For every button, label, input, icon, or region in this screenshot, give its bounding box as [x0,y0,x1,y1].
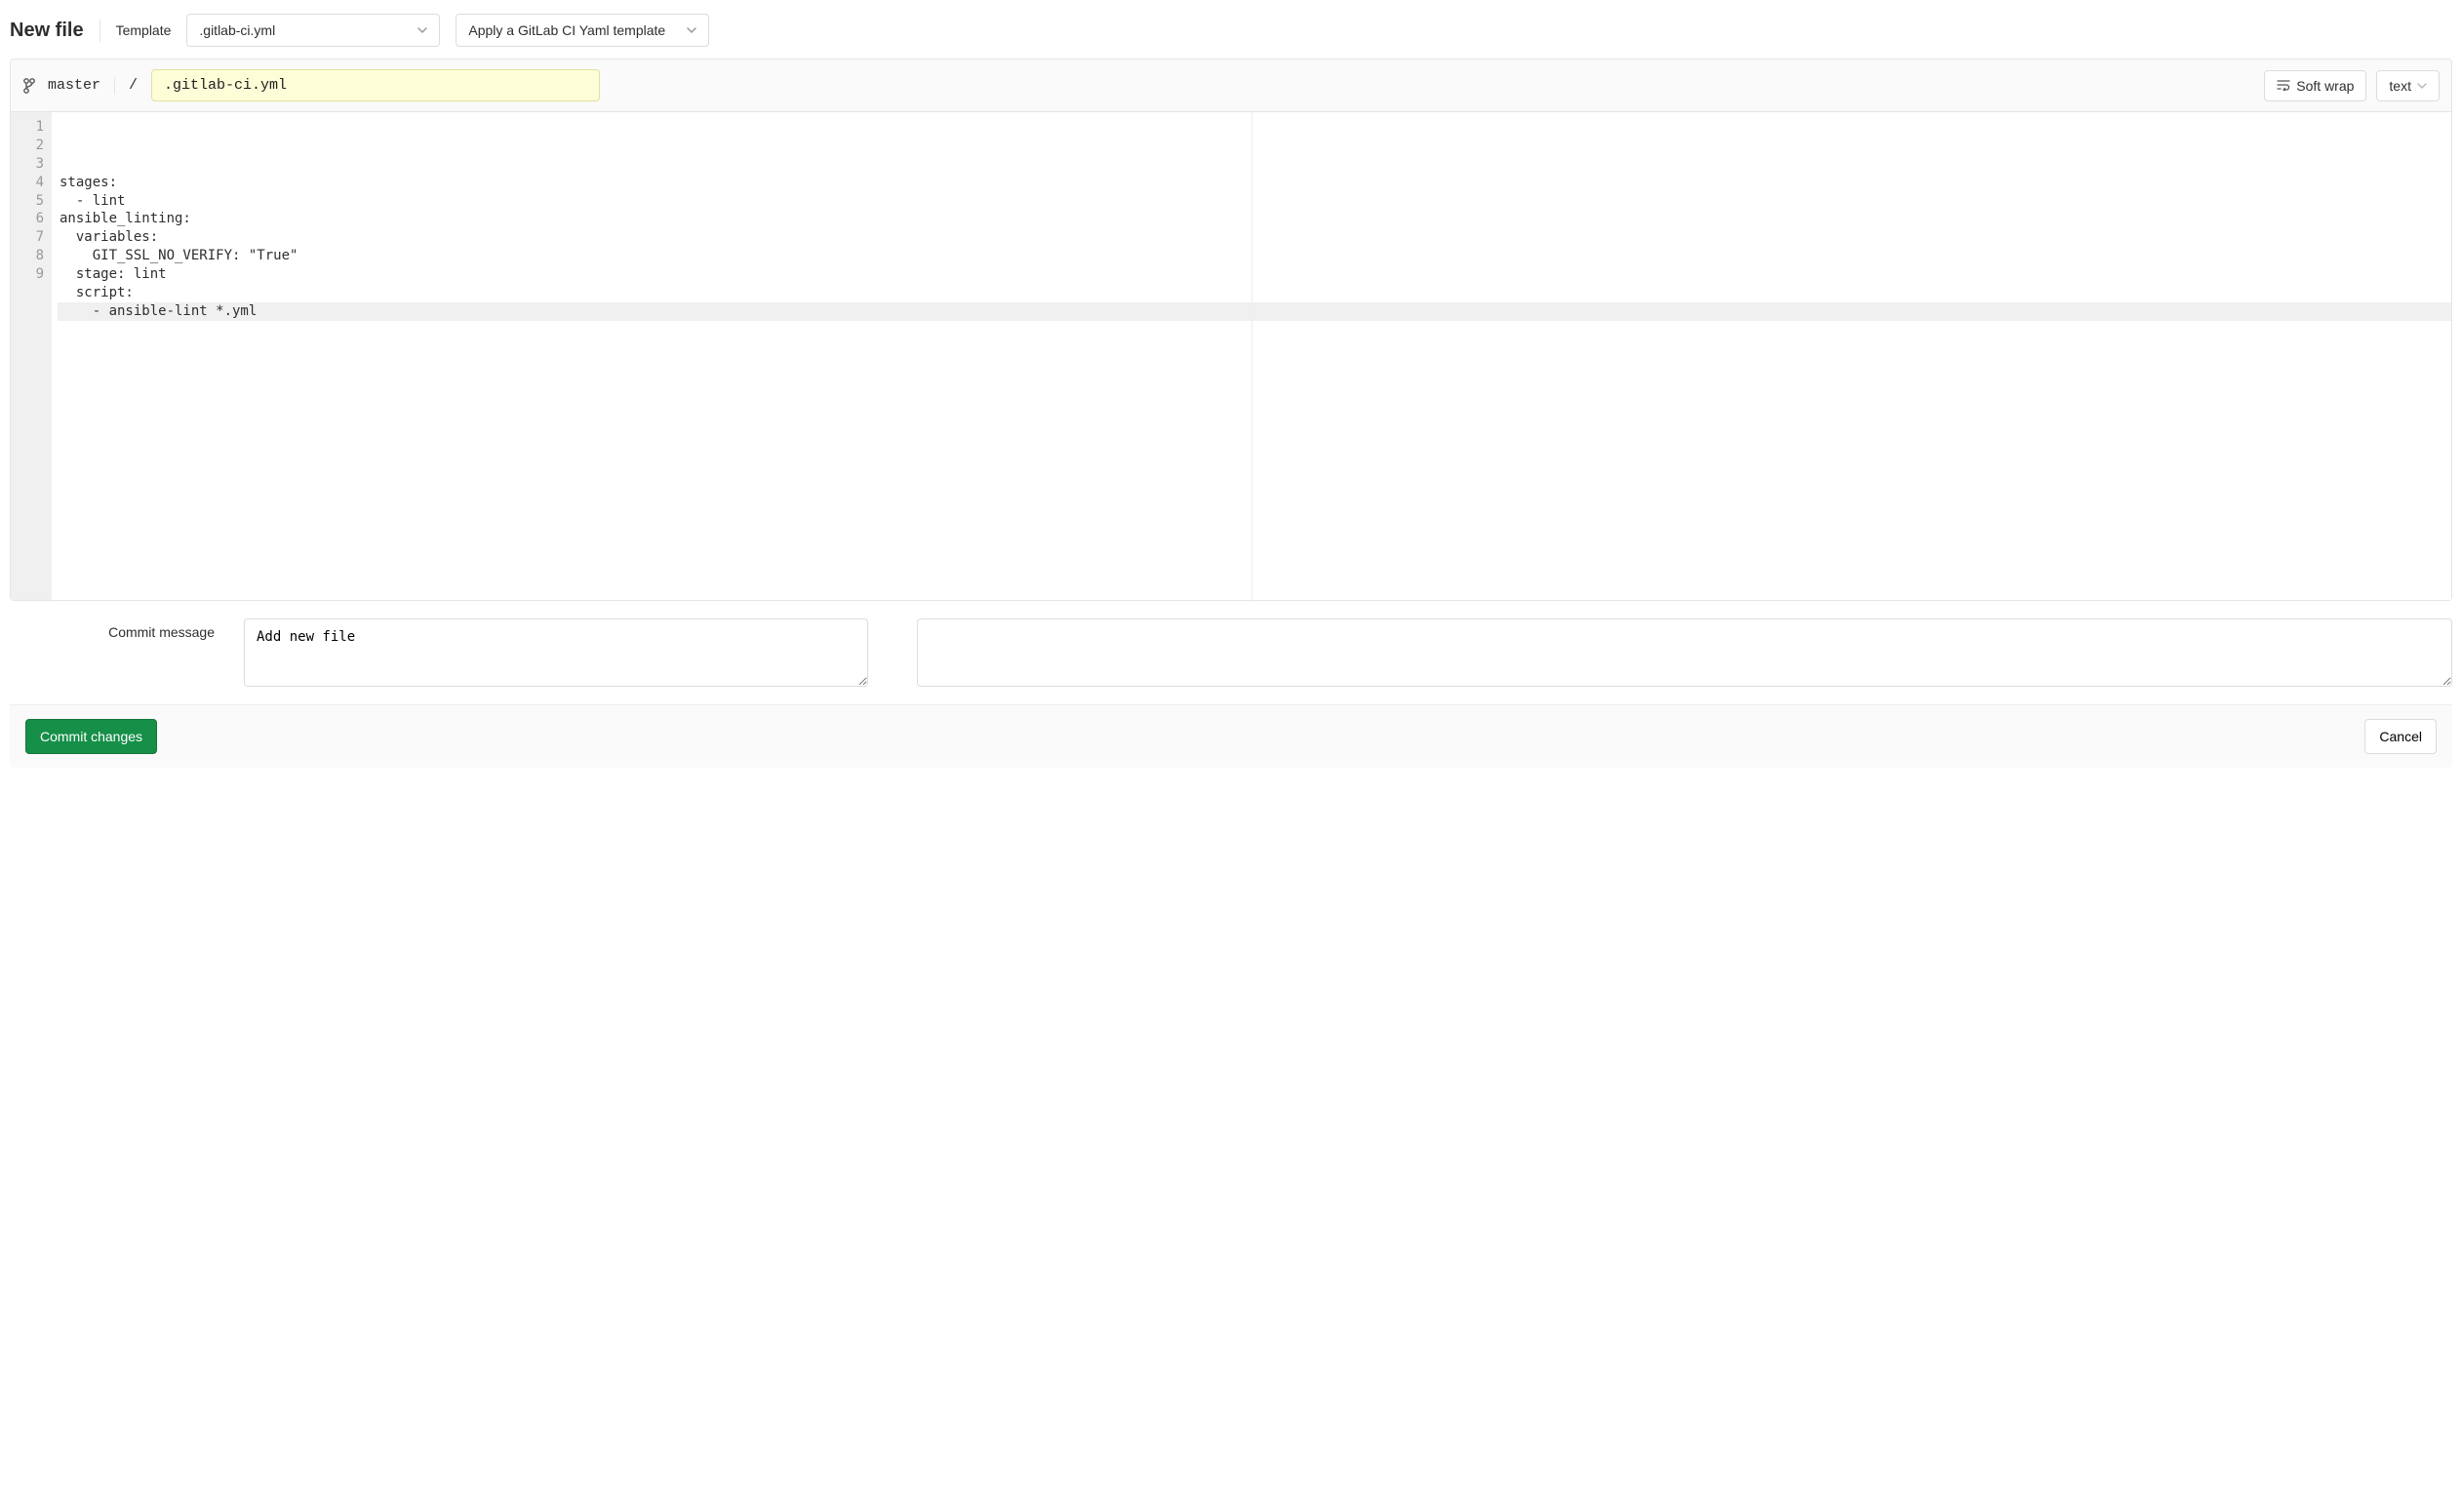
header-row: New file Template .gitlab-ci.yml Apply a… [10,10,2452,59]
cancel-button[interactable]: Cancel [2364,719,2437,754]
chevron-down-icon [2417,81,2427,91]
commit-changes-button[interactable]: Commit changes [25,719,157,754]
page-title: New file [10,20,100,42]
soft-wrap-label: Soft wrap [2296,78,2354,94]
line-number: 1 [17,118,44,137]
template-select-value: .gitlab-ci.yml [199,22,275,38]
editor-toolbar: master / Soft wrap text [11,60,2451,112]
branch-icon [22,77,36,95]
code-line: - lint [58,192,2451,211]
code-line: script: [58,284,2451,302]
line-number: 9 [17,265,44,284]
syntax-select[interactable]: text [2376,70,2440,101]
code-line: variables: [58,228,2451,247]
code-line: - ansible-lint *.yml [58,302,2451,321]
apply-template-select[interactable]: Apply a GitLab CI Yaml template [456,14,709,47]
code-line: ansible_linting: [58,210,2451,228]
code-area[interactable]: stages: - lintansible_linting: variables… [52,112,2451,600]
editor-panel: master / Soft wrap text 123456789 [10,59,2452,601]
template-label: Template [116,22,172,38]
soft-wrap-button[interactable]: Soft wrap [2264,70,2366,101]
line-number: 3 [17,155,44,174]
syntax-select-value: text [2389,78,2411,94]
wrap-icon [2277,78,2290,94]
path-separator: / [125,77,141,94]
branch-name: master [48,77,100,94]
code-line: stages: [58,174,2451,192]
filename-input[interactable] [151,69,600,101]
line-number: 4 [17,174,44,192]
code-line: stage: lint [58,265,2451,284]
line-number: 2 [17,137,44,155]
commit-row: Commit message [10,601,2452,687]
code-line: GIT_SSL_NO_VERIFY: "True" [58,247,2451,265]
chevron-down-icon [687,25,696,35]
line-number: 5 [17,192,44,211]
template-select[interactable]: .gitlab-ci.yml [186,14,440,47]
line-number: 7 [17,228,44,247]
apply-template-select-value: Apply a GitLab CI Yaml template [468,22,665,38]
line-number: 6 [17,210,44,228]
footer-bar: Commit changes Cancel [10,704,2452,768]
commit-message-input[interactable] [244,618,868,687]
secondary-textarea[interactable] [917,618,2452,687]
line-number-gutter: 123456789 [11,112,52,600]
code-editor[interactable]: 123456789 stages: - lintansible_linting:… [11,112,2451,600]
print-margin-rule [1251,112,1252,600]
commit-message-label: Commit message [10,618,215,687]
chevron-down-icon [417,25,427,35]
branch-indicator: master [22,77,115,95]
line-number: 8 [17,247,44,265]
